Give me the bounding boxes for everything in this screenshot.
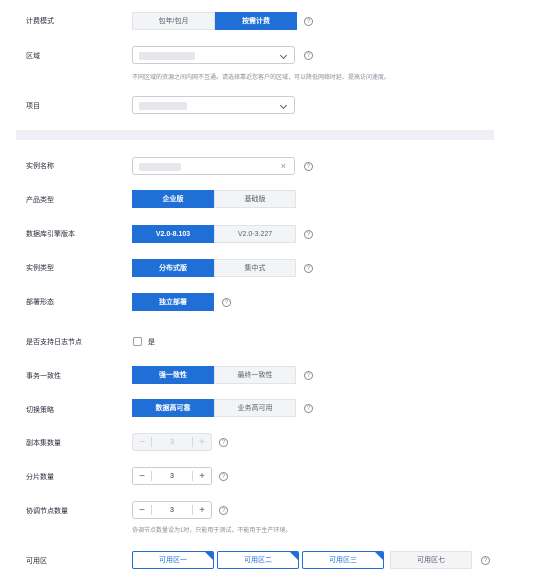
plus-icon: + <box>199 436 205 448</box>
billing-option-ondemand[interactable]: 按需计费 <box>215 12 297 30</box>
instance-type-label: 实例类型 <box>26 265 54 272</box>
region-select[interactable] <box>132 46 295 64</box>
plus-icon[interactable]: + <box>193 468 211 484</box>
engine-version-selector: V2.0-8.103 V2.0-3.227 <box>132 225 296 243</box>
shard-count-label: 分片数量 <box>26 474 54 481</box>
az-option-1[interactable]: 可用区一 <box>132 551 214 569</box>
coordinator-count-label: 协调节点数量 <box>26 508 68 515</box>
engine-version-option-3227[interactable]: V2.0-3.227 <box>214 225 296 243</box>
engine-version-label: 数据库引擎版本 <box>26 231 75 238</box>
switch-policy-option-availability[interactable]: 业务高可用 <box>214 399 296 417</box>
instance-purchase-form: 计费模式 包年/包月 按需计费 ? 区域 ? 不同区域的资源之间内网不互通。请选… <box>16 0 494 583</box>
product-type-option-basic[interactable]: 基础版 <box>214 190 296 208</box>
shard-count-stepper: − 3 + <box>132 467 212 485</box>
coordinator-count-value[interactable]: 3 <box>152 507 192 514</box>
az-option-3-label: 可用区三 <box>329 557 357 564</box>
product-type-selector: 企业版 基础版 <box>132 190 296 208</box>
shard-count-value[interactable]: 3 <box>152 473 192 480</box>
help-icon[interactable]: ? <box>304 230 313 239</box>
billing-selector: 包年/包月 按需计费 <box>132 12 297 30</box>
minus-icon[interactable]: − <box>133 468 151 484</box>
consistency-option-strong[interactable]: 强一致性 <box>132 366 214 384</box>
selected-corner-icon <box>375 552 383 560</box>
instance-name-input[interactable]: × <box>132 157 295 175</box>
help-icon[interactable]: ? <box>219 506 228 515</box>
product-type-option-enterprise[interactable]: 企业版 <box>132 190 214 208</box>
consistency-option-eventual[interactable]: 最终一致性 <box>214 366 296 384</box>
project-value-redacted <box>139 102 187 110</box>
project-label: 项目 <box>26 103 40 110</box>
help-icon[interactable]: ? <box>222 298 231 307</box>
region-label: 区域 <box>26 53 40 60</box>
az-option-3[interactable]: 可用区三 <box>302 551 384 569</box>
help-icon[interactable]: ? <box>219 438 228 447</box>
instance-type-option-distributed[interactable]: 分布式版 <box>132 259 214 277</box>
az-option-2[interactable]: 可用区二 <box>217 551 299 569</box>
product-type-label: 产品类型 <box>26 197 54 204</box>
help-icon[interactable]: ? <box>304 264 313 273</box>
log-node-label: 是否支持日志节点 <box>26 339 82 346</box>
az-option-1-label: 可用区一 <box>159 557 187 564</box>
help-icon[interactable]: ? <box>304 404 313 413</box>
switch-policy-option-reliability[interactable]: 数据高可靠 <box>132 399 214 417</box>
selected-corner-icon <box>205 552 213 560</box>
help-icon[interactable]: ? <box>481 556 490 565</box>
consistency-selector: 强一致性 最终一致性 <box>132 366 296 384</box>
plus-icon[interactable]: + <box>193 502 211 518</box>
help-icon[interactable]: ? <box>304 371 313 380</box>
instance-type-selector: 分布式版 集中式 <box>132 259 296 277</box>
help-icon[interactable]: ? <box>219 472 228 481</box>
replica-count-value: 3 <box>170 438 174 446</box>
clear-icon[interactable]: × <box>281 161 286 171</box>
az-label: 可用区 <box>26 558 47 565</box>
region-value-redacted <box>139 52 195 60</box>
minus-icon: − <box>139 436 145 448</box>
chevron-down-icon <box>279 51 288 60</box>
az-option-7-label: 可用区七 <box>417 557 445 564</box>
help-icon[interactable]: ? <box>304 162 313 171</box>
billing-option-yearly[interactable]: 包年/包月 <box>132 12 215 30</box>
help-icon[interactable]: ? <box>304 51 313 60</box>
project-select[interactable] <box>132 96 295 114</box>
instance-type-option-centralized[interactable]: 集中式 <box>214 259 296 277</box>
log-node-checkbox[interactable] <box>133 337 142 346</box>
switch-policy-label: 切换策略 <box>26 407 54 414</box>
billing-label: 计费模式 <box>26 18 54 25</box>
region-hint: 不同区域的资源之间内网不互通。请选择靠近您客户的区域，可以降低网络时延、提高访问… <box>132 75 391 81</box>
deploy-form-selector: 独立部署 <box>132 293 214 311</box>
help-icon[interactable]: ? <box>304 17 313 26</box>
coordinator-count-hint: 协调节点数量设为1时，只能用于测试，不能用于生产环境。 <box>132 528 292 534</box>
instance-name-value-redacted <box>139 163 181 171</box>
az-option-7[interactable]: 可用区七 <box>390 551 472 569</box>
minus-icon[interactable]: − <box>133 502 151 518</box>
deploy-form-label: 部署形态 <box>26 299 54 306</box>
deploy-form-option-independent[interactable]: 独立部署 <box>132 293 214 311</box>
chevron-down-icon <box>279 101 288 110</box>
az-option-2-label: 可用区二 <box>244 557 272 564</box>
replica-count-label: 副本集数量 <box>26 440 61 447</box>
instance-name-label: 实例名称 <box>26 163 54 170</box>
coordinator-count-stepper: − 3 + <box>132 501 212 519</box>
engine-version-option-8103[interactable]: V2.0-8.103 <box>132 225 214 243</box>
consistency-label: 事务一致性 <box>26 373 61 380</box>
selected-corner-icon <box>290 552 298 560</box>
switch-policy-selector: 数据高可靠 业务高可用 <box>132 399 296 417</box>
replica-count-stepper: − 3 + <box>132 433 212 451</box>
log-node-checkbox-label: 是 <box>148 339 155 346</box>
